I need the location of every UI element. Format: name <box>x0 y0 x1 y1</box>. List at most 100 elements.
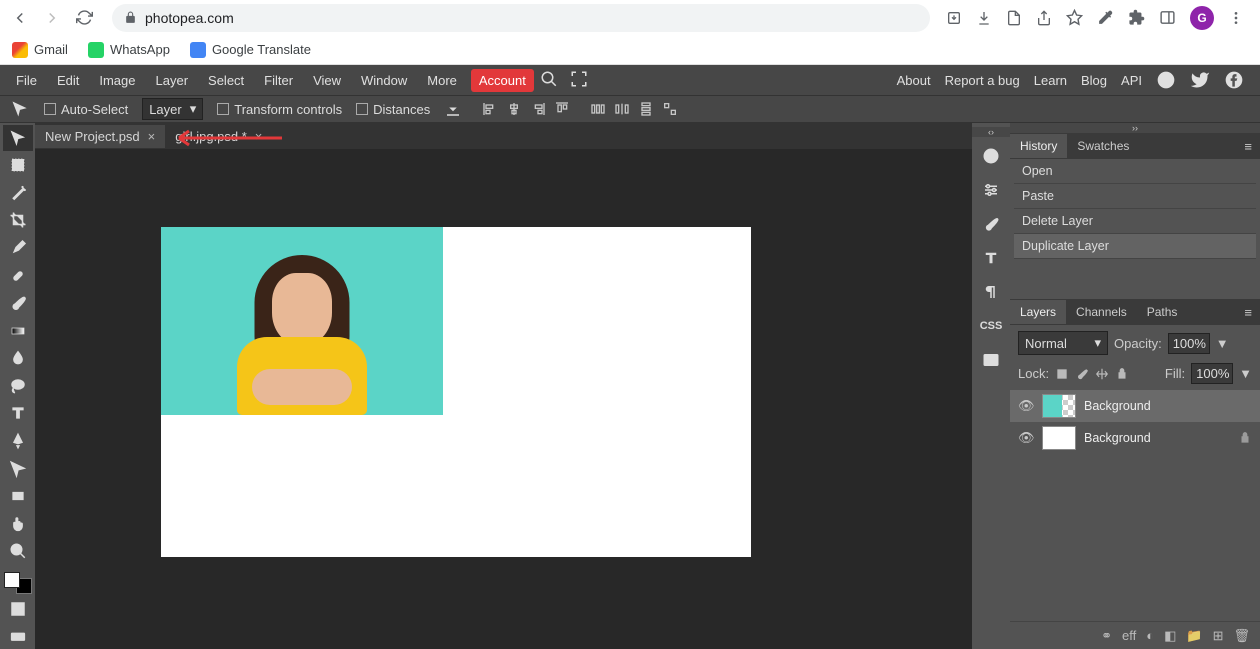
dist-2-icon[interactable] <box>614 101 630 117</box>
menu-account[interactable]: Account <box>471 69 534 92</box>
tab-swatches[interactable]: Swatches <box>1067 134 1139 158</box>
transform-controls-checkbox[interactable]: Transform controls <box>217 102 342 117</box>
align-top-icon[interactable] <box>554 101 570 117</box>
layer-thumb[interactable] <box>1042 394 1076 418</box>
tab-channels[interactable]: Channels <box>1066 300 1137 324</box>
menu-select[interactable]: Select <box>198 67 254 94</box>
canvas-area[interactable] <box>35 149 972 649</box>
blend-mode-select[interactable]: Normal▾ <box>1018 331 1108 355</box>
visibility-icon[interactable]: 👁 <box>1018 430 1034 446</box>
link-report-bug[interactable]: Report a bug <box>945 73 1020 88</box>
adjustment-icon[interactable]: ◧ <box>1164 628 1176 644</box>
forward-button[interactable] <box>40 6 64 30</box>
brush-tool[interactable] <box>3 290 33 316</box>
lock-pixels-icon[interactable] <box>1055 367 1069 381</box>
share-icon[interactable] <box>1036 10 1052 26</box>
reddit-icon[interactable] <box>1156 70 1176 90</box>
layer-thumb[interactable] <box>1042 426 1076 450</box>
address-bar[interactable]: photopea.com <box>112 4 930 32</box>
distances-checkbox[interactable]: Distances <box>356 102 430 117</box>
download-icon[interactable] <box>976 10 992 26</box>
wand-tool[interactable] <box>3 180 33 206</box>
link-api[interactable]: API <box>1121 73 1142 88</box>
opacity-input[interactable]: 100% <box>1168 333 1210 354</box>
brush-panel-icon[interactable] <box>975 209 1007 239</box>
dist-1-icon[interactable] <box>590 101 606 117</box>
css-panel-icon[interactable]: CSS <box>975 311 1007 341</box>
menu-edit[interactable]: Edit <box>47 67 89 94</box>
adjust-panel-icon[interactable] <box>975 175 1007 205</box>
align-left-icon[interactable] <box>482 101 498 117</box>
menu-image[interactable]: Image <box>89 67 145 94</box>
menu-file[interactable]: File <box>6 67 47 94</box>
menu-window[interactable]: Window <box>351 67 417 94</box>
drop-icon[interactable] <box>444 100 462 118</box>
lock-all-icon[interactable] <box>1115 367 1129 381</box>
close-tab-icon[interactable]: × <box>148 129 156 144</box>
search-button[interactable] <box>534 66 564 95</box>
install-icon[interactable] <box>946 10 962 26</box>
history-item[interactable]: Duplicate Layer <box>1014 234 1256 259</box>
profile-avatar[interactable]: G <box>1190 6 1214 30</box>
twitter-icon[interactable] <box>1190 70 1210 90</box>
lock-move-icon[interactable] <box>1095 367 1109 381</box>
menu-more[interactable]: More <box>417 67 467 94</box>
move-tool[interactable] <box>3 125 33 151</box>
shape-tool[interactable] <box>3 483 33 509</box>
menu-filter[interactable]: Filter <box>254 67 303 94</box>
history-item[interactable]: Paste <box>1014 184 1256 209</box>
mask-icon[interactable]: ◐ <box>1146 628 1154 643</box>
dist-3-icon[interactable] <box>638 101 654 117</box>
auto-select-checkbox[interactable]: Auto-Select <box>44 102 128 117</box>
tab-layers[interactable]: Layers <box>1010 300 1066 324</box>
pen-tool[interactable] <box>3 428 33 454</box>
blur-tool[interactable] <box>3 346 33 372</box>
keyboard-tool[interactable] <box>3 623 33 649</box>
dropdown-icon[interactable]: ▼ <box>1239 366 1252 381</box>
panel-menu-icon[interactable]: ≡ <box>1236 139 1260 154</box>
character-panel-icon[interactable] <box>975 243 1007 273</box>
eyedropper-tool[interactable] <box>3 235 33 261</box>
extensions-icon[interactable] <box>1128 9 1145 26</box>
menu-layer[interactable]: Layer <box>146 67 199 94</box>
heal-tool[interactable] <box>3 263 33 289</box>
info-panel-icon[interactable] <box>975 141 1007 171</box>
fill-input[interactable]: 100% <box>1191 363 1233 384</box>
menu-icon[interactable] <box>1228 10 1244 26</box>
layer-row[interactable]: 👁 Background <box>1010 390 1260 422</box>
visibility-icon[interactable]: 👁 <box>1018 398 1034 414</box>
tab-paths[interactable]: Paths <box>1137 300 1188 324</box>
history-item[interactable]: Open <box>1014 159 1256 184</box>
lock-brush-icon[interactable] <box>1075 367 1089 381</box>
link-about[interactable]: About <box>897 73 931 88</box>
link-blog[interactable]: Blog <box>1081 73 1107 88</box>
document-icon[interactable] <box>1006 10 1022 26</box>
link-learn[interactable]: Learn <box>1034 73 1067 88</box>
text-tool[interactable] <box>3 401 33 427</box>
history-item[interactable]: Delete Layer <box>1014 209 1256 234</box>
color-swatches[interactable] <box>4 572 32 594</box>
document-tab-1[interactable]: New Project.psd × <box>35 125 165 148</box>
image-panel-icon[interactable] <box>975 345 1007 375</box>
marquee-tool[interactable] <box>3 153 33 179</box>
panel-menu-icon[interactable]: ≡ <box>1236 305 1260 320</box>
crop-tool[interactable] <box>3 208 33 234</box>
menu-view[interactable]: View <box>303 67 351 94</box>
zoom-tool[interactable] <box>3 538 33 564</box>
align-hcenter-icon[interactable] <box>506 101 522 117</box>
bookmark-whatsapp[interactable]: WhatsApp <box>88 42 170 58</box>
new-layer-icon[interactable]: ⊞ <box>1213 628 1224 644</box>
link-layers-icon[interactable]: ⚭ <box>1101 628 1112 644</box>
gradient-tool[interactable] <box>3 318 33 344</box>
folder-icon[interactable]: 📁 <box>1186 628 1202 644</box>
reload-button[interactable] <box>72 6 96 30</box>
layer-name[interactable]: Background <box>1084 431 1230 445</box>
layer-name[interactable]: Background <box>1084 399 1252 413</box>
panel-collapse-grip[interactable]: ‹› <box>972 127 1010 137</box>
tab-history[interactable]: History <box>1010 134 1067 158</box>
fullscreen-button[interactable] <box>564 66 594 95</box>
back-button[interactable] <box>8 6 32 30</box>
close-tab-icon[interactable]: × <box>255 129 263 144</box>
lasso-tool[interactable] <box>3 373 33 399</box>
bookmark-translate[interactable]: Google Translate <box>190 42 311 58</box>
